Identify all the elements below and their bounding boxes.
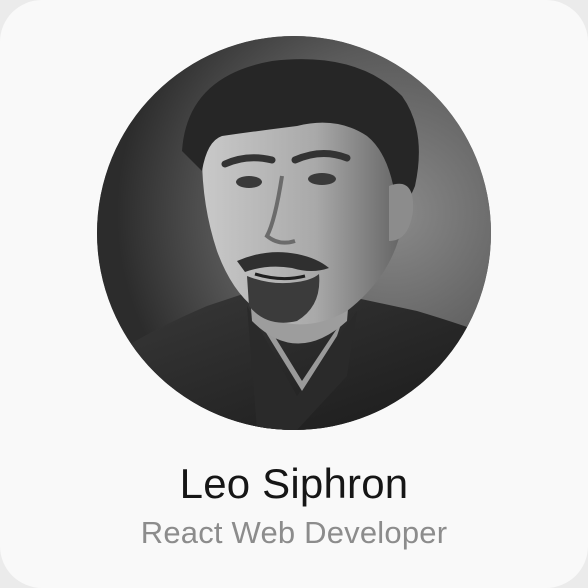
avatar	[97, 36, 491, 430]
profile-card: Leo Siphron React Web Developer	[0, 0, 588, 588]
profile-role: React Web Developer	[140, 515, 448, 550]
portrait-photo-icon	[97, 36, 491, 430]
profile-name: Leo Siphron	[179, 460, 409, 507]
